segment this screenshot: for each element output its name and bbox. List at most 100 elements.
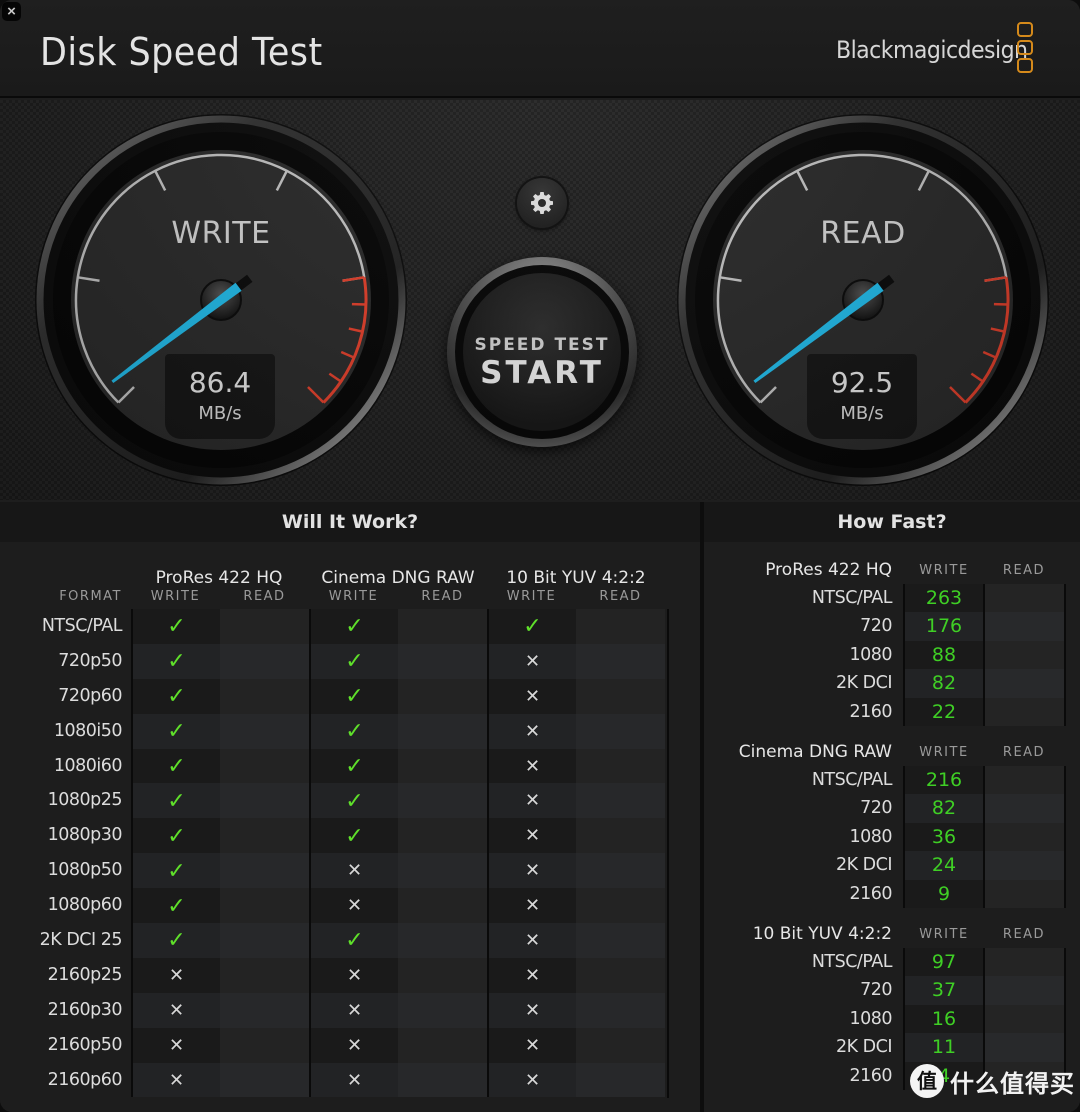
read-gauge: READ 92.5 MB/s — [677, 114, 1049, 486]
will-it-work-title: Will It Work? — [0, 502, 700, 542]
write-fps-value: 11 — [904, 1033, 984, 1062]
read-fps-value — [983, 948, 1065, 977]
yuv-write-cell: ✕ — [487, 992, 576, 1028]
close-icon: × — [7, 3, 16, 20]
prores-write-cell: ✕ — [131, 957, 220, 993]
yuv-read-cell — [576, 923, 665, 958]
prores-write-header: WRITE — [150, 589, 201, 604]
yuv-read-cell — [576, 888, 665, 924]
prores-read-cell — [220, 957, 309, 993]
table-row: 2K DCI 11 — [704, 1033, 1080, 1062]
write-fps-value: 82 — [904, 794, 984, 823]
checkmark-icon: ✓ — [167, 927, 186, 953]
dng-write-cell: ✓ — [309, 783, 398, 819]
table-row: NTSC/PAL 97 — [704, 948, 1080, 977]
speed-test-start-button[interactable]: SPEED TEST START — [447, 257, 637, 447]
yuv-read-cell — [576, 957, 665, 993]
cross-icon: ✕ — [524, 964, 541, 985]
column-border — [903, 948, 905, 1090]
cross-icon: ✕ — [524, 895, 541, 916]
read-fps-value — [983, 669, 1065, 698]
checkmark-icon: ✓ — [345, 718, 364, 744]
column-border — [1064, 584, 1066, 726]
write-gauge-label: WRITE — [171, 216, 271, 251]
yuv-write-cell: ✕ — [487, 853, 576, 889]
yuv-write-cell: ✕ — [487, 1027, 576, 1063]
table-row: ✕ ✕ ✕ — [131, 992, 668, 1028]
prores-read-cell — [220, 853, 309, 889]
yuv-write-cell: ✓ — [487, 609, 576, 644]
prores-read-cell — [220, 643, 309, 679]
yuv-read-cell — [576, 1027, 665, 1063]
table-row: ✓ ✓ ✕ — [131, 713, 668, 749]
format-column-header: FORMAT — [59, 589, 122, 604]
table-row: 2160 9 — [704, 879, 1080, 908]
dng-read-cell — [398, 853, 487, 889]
settings-button[interactable] — [517, 178, 567, 228]
dng-read-cell — [398, 609, 487, 644]
dng-write-cell: ✕ — [309, 1027, 398, 1063]
format-label: 1080p50 — [47, 860, 123, 881]
format-label: 720 — [860, 616, 892, 637]
format-label: 2160 — [849, 701, 892, 722]
dng-read-cell — [398, 1062, 487, 1098]
close-button[interactable]: × — [2, 2, 21, 21]
dng-read-cell — [398, 783, 487, 819]
checkmark-icon: ✓ — [345, 927, 364, 953]
checkmark-icon: ✓ — [167, 613, 186, 639]
table-row: NTSC/PAL 263 — [704, 584, 1080, 613]
dng-write-header: WRITE — [328, 589, 379, 604]
checkmark-icon: ✓ — [345, 822, 364, 848]
dng-write-cell: ✓ — [309, 818, 398, 854]
read-fps-value — [983, 1004, 1065, 1034]
prores-write-cell: ✕ — [131, 1027, 220, 1063]
table-row: 1080 88 — [704, 640, 1080, 670]
blackmagic-logo-icon — [1017, 22, 1035, 76]
dng-write-cell: ✓ — [309, 713, 398, 749]
prores-read-cell — [220, 1062, 309, 1098]
grid-border — [667, 609, 669, 1098]
write-fps-value: 37 — [904, 976, 984, 1005]
dng-write-cell: ✕ — [309, 853, 398, 889]
cross-icon: ✕ — [524, 1069, 541, 1090]
yuv-write-cell: ✕ — [487, 643, 576, 679]
checkmark-icon: ✓ — [167, 683, 186, 709]
how-fast-write-header: WRITE — [919, 927, 969, 942]
format-label: NTSC/PAL — [811, 952, 893, 972]
dng-read-cell — [398, 713, 487, 749]
prores-write-cell: ✓ — [131, 643, 220, 679]
will-it-work-grid: ✓ ✓ ✓ ✓ ✓ ✕ ✓ ✓ ✕ ✓ ✓ ✕ ✓ ✓ ✕ ✓ ✓ ✕ ✓ ✓ ✕ ✓ ✕ ✕ ✓ ✕ ✕ ✓ ✓ ✕ ✕ ✕ ✕ ✕ ✕ ✕ ✕ ✕ ✕ ✕… — [131, 609, 668, 1098]
table-row: ✓ ✕ ✕ — [131, 888, 668, 924]
format-label: 1080i50 — [53, 720, 123, 741]
cross-icon: ✕ — [524, 999, 541, 1020]
prores-write-cell: ✓ — [131, 888, 220, 924]
read-fps-value — [983, 976, 1065, 1005]
checkmark-icon: ✓ — [167, 718, 186, 744]
cross-icon: ✕ — [346, 999, 363, 1020]
read-fps-value — [983, 640, 1065, 670]
column-border — [983, 584, 985, 726]
dng-read-cell — [398, 957, 487, 993]
watermark: 值 什么值得买 — [910, 1064, 1075, 1098]
dng-write-cell: ✕ — [309, 957, 398, 993]
dng-write-cell: ✓ — [309, 643, 398, 679]
prores-read-cell — [220, 888, 309, 924]
checkmark-icon: ✓ — [167, 753, 186, 778]
format-label: 2160p50 — [47, 1034, 123, 1055]
cross-icon: ✕ — [168, 964, 185, 985]
write-fps-value: 9 — [904, 879, 984, 908]
yuv-write-cell: ✕ — [487, 888, 576, 924]
yuv-write-cell: ✕ — [487, 818, 576, 854]
table-row: 720 82 — [704, 794, 1080, 823]
read-speed-unit: MB/s — [840, 403, 884, 424]
format-label: 2K DCI 25 — [39, 930, 123, 951]
format-label: 2160 — [849, 1065, 892, 1086]
gauge-panel: WRITE 86.4 MB/s SPEED TEST START READ 92… — [0, 100, 1080, 500]
format-label: NTSC/PAL — [41, 616, 123, 636]
prores-read-cell — [220, 609, 309, 644]
yuv-read-cell — [576, 853, 665, 889]
read-fps-value — [983, 612, 1065, 641]
prores-write-cell: ✓ — [131, 923, 220, 958]
dng-write-cell: ✓ — [309, 923, 398, 958]
yuv-read-cell — [576, 748, 665, 784]
